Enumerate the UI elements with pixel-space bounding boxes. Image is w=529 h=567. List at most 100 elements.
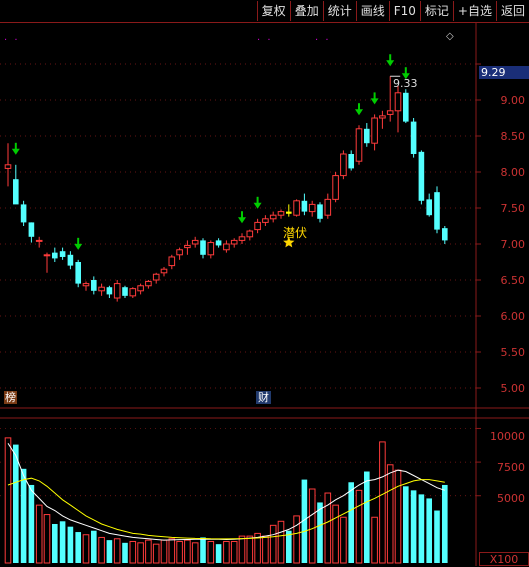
- candle-body: [176, 249, 183, 256]
- price-tick: 5.00: [500, 382, 526, 395]
- candle-body: [364, 128, 370, 144]
- volume-bar: [184, 539, 191, 564]
- candle-body: [160, 268, 168, 274]
- candle-body: [403, 92, 409, 122]
- volume-bar: [269, 524, 277, 564]
- candle-body: [4, 164, 12, 169]
- candle-body: [348, 154, 354, 169]
- volume-bar: [82, 534, 90, 564]
- candle-body: [386, 110, 394, 115]
- candle-body: [293, 200, 300, 216]
- candle-body: [286, 211, 292, 214]
- candle-body: [137, 285, 144, 292]
- volume-bar: [122, 542, 128, 563]
- volume-bar: [238, 535, 246, 564]
- volume-bar: [403, 486, 409, 563]
- volume-bar: [98, 536, 105, 564]
- diamond-icon[interactable]: ◇: [446, 31, 454, 42]
- candle-body: [191, 239, 199, 245]
- volume-tick: 10000: [490, 430, 525, 443]
- signal-dots: · ·: [4, 35, 20, 46]
- volume-bar: [418, 494, 425, 563]
- qianfu-label: 潜伏: [283, 226, 308, 240]
- price-tick: 6.50: [500, 274, 526, 287]
- candle-body: [410, 121, 417, 154]
- down-arrow-icon: [370, 98, 379, 105]
- volume-bar: [364, 471, 370, 563]
- price-tick: 7.50: [500, 202, 526, 215]
- price-tick: 6.00: [500, 310, 526, 323]
- volume-bar: [355, 489, 363, 564]
- volume-tick: 5000: [497, 492, 525, 505]
- candle-body: [43, 254, 51, 257]
- candle-body: [52, 252, 58, 259]
- volume-bar: [332, 504, 339, 564]
- candle-body: [215, 240, 222, 246]
- candle-body: [13, 179, 19, 205]
- volume-bar: [317, 502, 323, 563]
- candle-body: [20, 204, 27, 223]
- down-arrow-icon: [74, 243, 83, 250]
- volume-bar: [191, 542, 199, 564]
- candle-body: [122, 287, 128, 296]
- high-price-label: 9.33: [393, 77, 418, 90]
- candle-body: [152, 273, 160, 281]
- candle-body: [277, 211, 285, 216]
- candle-body: [324, 198, 332, 216]
- volume-bar: [246, 535, 254, 564]
- volume-bar: [35, 504, 43, 564]
- price-tick: 5.50: [500, 346, 526, 359]
- candle-body: [238, 236, 246, 241]
- volume-bar: [386, 464, 394, 564]
- candle-body: [262, 218, 269, 223]
- signal-dots: · ·: [315, 35, 331, 46]
- volume-bar: [434, 510, 440, 563]
- candle-body: [269, 214, 277, 220]
- volume-bar: [113, 538, 121, 564]
- candle-body: [113, 283, 121, 299]
- candle-body: [394, 92, 402, 112]
- candle-body: [200, 240, 206, 255]
- candle-body: [145, 280, 152, 287]
- candle-body: [67, 254, 74, 266]
- volume-bar: [340, 516, 347, 564]
- candle-body: [254, 221, 261, 231]
- candle-body: [371, 117, 378, 144]
- volume-bar: [394, 469, 402, 564]
- candle-body: [332, 175, 339, 200]
- volume-bar: [176, 540, 183, 564]
- candle-body: [59, 251, 66, 257]
- candle-body: [98, 286, 105, 292]
- candle-body: [442, 228, 448, 241]
- volume-bar: [308, 488, 316, 564]
- volume-tick: 7500: [497, 461, 525, 474]
- volume-bar: [91, 530, 97, 563]
- price-tick: 8.50: [500, 130, 526, 143]
- volume-bar: [348, 482, 354, 563]
- volume-bar: [230, 540, 238, 564]
- candle-body: [129, 288, 137, 297]
- candle-body: [434, 192, 440, 230]
- down-arrow-icon: [355, 109, 363, 116]
- candle-body: [223, 243, 230, 251]
- down-arrow-icon: [11, 148, 20, 155]
- volume-bar: [426, 498, 432, 563]
- volume-bar: [410, 490, 417, 563]
- candle-body: [301, 200, 308, 212]
- candle-body: [28, 222, 35, 237]
- volume-bar: [28, 484, 35, 563]
- volume-bar: [262, 535, 269, 564]
- cai-tag[interactable]: 财: [256, 391, 271, 404]
- kline-chart[interactable]: [0, 0, 529, 566]
- candle-body: [207, 242, 215, 256]
- candle-body: [106, 287, 113, 295]
- candle-body: [308, 203, 316, 213]
- volume-bar: [277, 520, 285, 564]
- volume-bar: [43, 514, 51, 564]
- bang-tag[interactable]: 榜: [4, 391, 17, 404]
- volume-bar: [137, 542, 144, 564]
- volume-bar: [293, 515, 300, 564]
- volume-bar: [67, 526, 74, 563]
- volume-bar: [106, 540, 113, 563]
- volume-bar: [207, 540, 215, 564]
